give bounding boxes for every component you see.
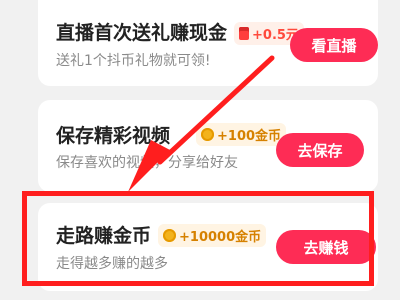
task-card-live-gift: 直播首次送礼赚现金 +0.5元 送礼1个抖币礼物就可领! 看直播	[38, 0, 378, 86]
task-subtitle: 保存喜欢的视频，分享给好友	[56, 155, 238, 171]
task-reward-amount: +100金币	[217, 129, 282, 144]
task-card-save-video: 保存精彩视频 +100金币 保存喜欢的视频，分享给好友 去保存	[38, 100, 378, 192]
task-subtitle: 送礼1个抖币礼物就可领!	[56, 53, 211, 69]
task-reward-amount: +10000金币	[179, 230, 262, 245]
walk-earn-button[interactable]: 去赚钱	[276, 230, 376, 264]
task-reward-badge: +100金币	[196, 123, 287, 146]
task-card-walk-earn[interactable]: 走路赚金币 +10000金币 走得越多赚的越多 去赚钱	[38, 203, 378, 291]
save-video-button[interactable]: 去保存	[276, 133, 364, 167]
coin-icon	[163, 229, 176, 242]
task-reward-badge: +10000金币	[158, 224, 267, 247]
red-packet-icon	[239, 27, 249, 40]
coin-icon	[201, 128, 214, 141]
task-title: 保存精彩视频	[56, 125, 171, 147]
watch-live-button[interactable]: 看直播	[290, 28, 378, 62]
task-title: 走路赚金币	[56, 225, 152, 247]
task-title: 直播首次送礼赚现金	[56, 22, 228, 44]
task-subtitle: 走得越多赚的越多	[56, 256, 168, 272]
